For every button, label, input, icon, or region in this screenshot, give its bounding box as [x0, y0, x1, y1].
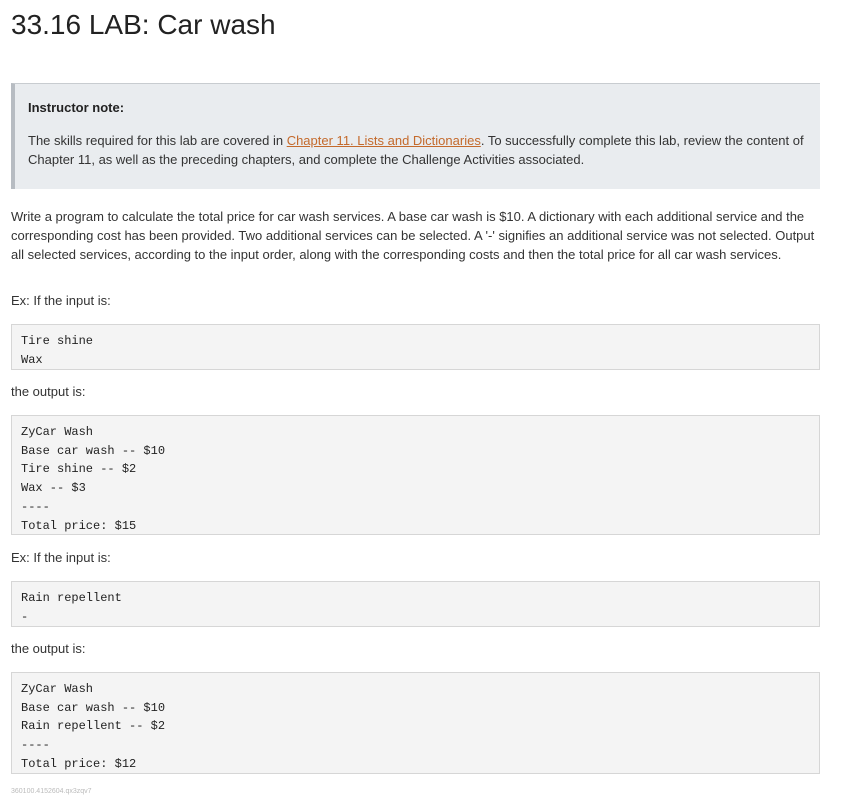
code-line: Rain repellent	[21, 591, 122, 605]
page-title: 33.16 LAB: Car wash	[11, 9, 276, 40]
problem-description: Write a program to calculate the total p…	[11, 209, 815, 262]
code-line: Base car wash -- $10	[21, 700, 166, 715]
instructor-note: Instructor note: The skills required for…	[11, 83, 820, 189]
code-line: ----	[21, 738, 50, 753]
example1-output-block: ZyCar Wash Base car wash -- $10 Tire shi…	[11, 415, 820, 535]
example1-input-block: Tire shine Wax	[11, 324, 820, 370]
code-line: Rain repellent -- $2	[21, 719, 166, 734]
code-line: Wax	[21, 352, 43, 367]
instructor-note-text-before: The skills required for this lab are cov…	[28, 133, 287, 148]
example1-input-label: Ex: If the input is:	[11, 293, 111, 308]
code-line: Tire shine -- $2	[21, 462, 137, 477]
code-line: -	[21, 609, 29, 624]
example2-input-block: Rain repellent -	[11, 581, 820, 627]
instructor-note-text: The skills required for this lab are cov…	[28, 132, 804, 169]
code-line: Wax -- $3	[21, 481, 86, 496]
code-line: ----	[21, 499, 50, 514]
code-line: Total price: $12	[21, 756, 137, 771]
example1-output-label: the output is:	[11, 384, 86, 399]
code-line: Total price: $15	[21, 518, 137, 533]
instructor-note-label: Instructor note:	[28, 100, 125, 115]
example2-output-label: the output is:	[11, 641, 86, 656]
code-line: Base car wash -- $10	[21, 443, 166, 458]
example2-input-label: Ex: If the input is:	[11, 550, 111, 565]
code-line: ZyCar Wash	[21, 682, 94, 696]
code-line: Tire shine	[21, 334, 94, 348]
chapter-11-link[interactable]: Chapter 11. Lists and Dictionaries	[287, 133, 481, 148]
code-line: ZyCar Wash	[21, 425, 94, 439]
example2-output-block: ZyCar Wash Base car wash -- $10 Rain rep…	[11, 672, 820, 774]
